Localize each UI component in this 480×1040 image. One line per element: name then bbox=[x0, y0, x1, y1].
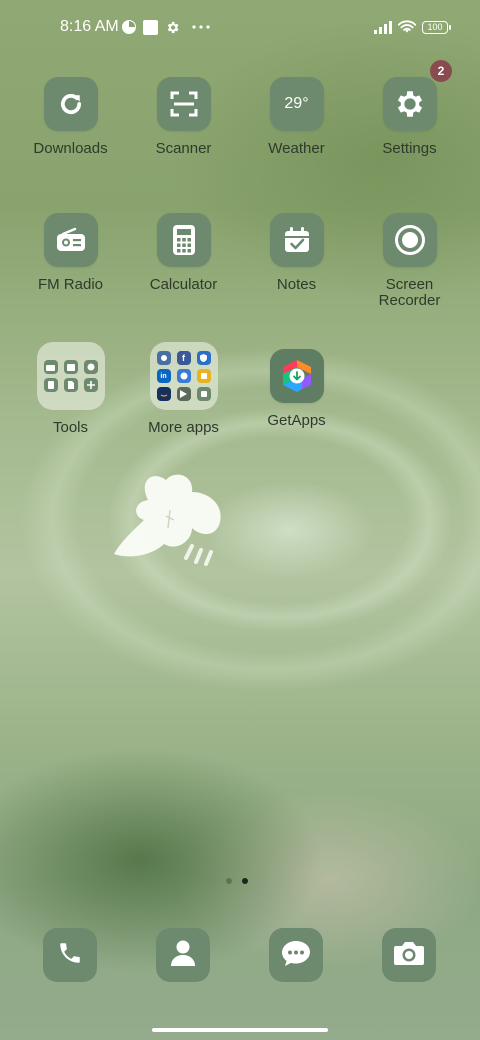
folder-more-apps[interactable]: f in More apps bbox=[127, 342, 240, 436]
app-mini-icon bbox=[196, 369, 211, 383]
app-mini-icon bbox=[196, 387, 211, 401]
scan-frame-icon bbox=[156, 77, 211, 131]
page-dot-active[interactable] bbox=[242, 878, 248, 884]
folder-icon: f in bbox=[149, 342, 218, 410]
app-label: More apps bbox=[148, 419, 219, 436]
app-label: Screen Recorder bbox=[378, 276, 441, 309]
folder-mini-icon bbox=[63, 360, 78, 374]
gear-icon bbox=[382, 77, 437, 131]
wifi-icon bbox=[398, 18, 416, 36]
data-saver-icon bbox=[121, 18, 137, 36]
app-mini-icon bbox=[176, 369, 191, 383]
app-fm-radio[interactable]: FM Radio bbox=[14, 213, 127, 293]
phone-icon bbox=[57, 940, 83, 971]
signal-icon bbox=[374, 18, 392, 36]
camera-icon bbox=[393, 940, 425, 971]
getapps-icon bbox=[269, 349, 324, 403]
app-settings[interactable]: Settings bbox=[353, 77, 466, 157]
facebook-icon: f bbox=[176, 351, 191, 365]
weather-temperature: 29° bbox=[269, 77, 324, 131]
app-label: GetApps bbox=[267, 412, 326, 429]
app-calculator[interactable]: Calculator bbox=[127, 213, 240, 293]
app-downloads[interactable]: Downloads bbox=[14, 77, 127, 157]
app-label: Scanner bbox=[155, 140, 212, 157]
app-label: Downloads bbox=[33, 140, 108, 157]
notification-badge: 2 bbox=[430, 60, 452, 82]
messages-icon bbox=[281, 939, 311, 972]
status-bar: 8:16 AM 100 bbox=[0, 0, 480, 56]
linkedin-icon: in bbox=[156, 369, 171, 383]
browser-icon bbox=[156, 351, 171, 365]
record-icon bbox=[382, 213, 437, 267]
app-label: Notes bbox=[276, 276, 317, 293]
page-indicator bbox=[226, 878, 248, 884]
file-icon bbox=[63, 378, 78, 392]
compass-icon bbox=[83, 360, 98, 374]
dock-phone[interactable] bbox=[43, 928, 97, 982]
calendar-check-icon bbox=[269, 213, 324, 267]
app-label: FM Radio bbox=[37, 276, 104, 293]
app-label: Tools bbox=[52, 419, 89, 436]
app-scanner[interactable]: Scanner bbox=[127, 77, 240, 157]
contacts-icon bbox=[170, 939, 196, 972]
calculator-icon bbox=[43, 378, 58, 392]
shield-icon bbox=[196, 351, 211, 365]
dock-contacts[interactable] bbox=[156, 928, 210, 982]
battery-icon: 100 bbox=[422, 21, 451, 34]
radio-icon bbox=[43, 213, 98, 267]
gear-icon bbox=[165, 18, 180, 36]
amazon-icon bbox=[156, 387, 171, 401]
dock-messages[interactable] bbox=[269, 928, 323, 982]
more-dots-icon bbox=[192, 18, 210, 36]
app-getapps[interactable]: GetApps bbox=[240, 349, 353, 429]
calculator-icon bbox=[156, 213, 211, 267]
weather-temperature-value: 29° bbox=[284, 95, 309, 112]
app-label: Weather bbox=[268, 140, 325, 157]
plus-icon bbox=[83, 378, 98, 392]
square-notification-icon bbox=[143, 18, 158, 36]
refresh-download-icon bbox=[43, 77, 98, 131]
radio-icon bbox=[43, 360, 58, 374]
dock-camera[interactable] bbox=[382, 928, 436, 982]
home-indicator[interactable] bbox=[152, 1028, 328, 1032]
app-screen-recorder[interactable]: Screen Recorder bbox=[353, 213, 466, 309]
status-time: 8:16 AM bbox=[60, 18, 119, 35]
play-icon bbox=[176, 387, 191, 401]
folder-icon bbox=[36, 342, 105, 410]
app-label: Calculator bbox=[149, 276, 218, 293]
app-notes[interactable]: Notes bbox=[240, 213, 353, 293]
app-label: Settings bbox=[382, 140, 437, 157]
wallpaper-flower-image bbox=[114, 474, 221, 566]
folder-tools[interactable]: Tools bbox=[14, 342, 127, 436]
app-weather[interactable]: 29° Weather bbox=[240, 77, 353, 157]
page-dot[interactable] bbox=[226, 878, 232, 884]
